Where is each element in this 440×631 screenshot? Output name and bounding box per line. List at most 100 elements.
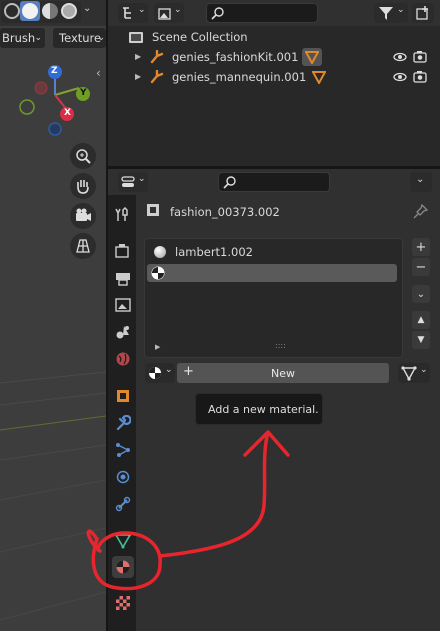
minus-icon: − [415, 259, 427, 275]
chevron-down-icon[interactable]: ⌄ [83, 3, 91, 14]
checker-icon [116, 596, 130, 610]
render-icon [115, 244, 129, 258]
new-collection-button[interactable] [412, 3, 434, 23]
material-icon [116, 560, 130, 574]
material-slots-list[interactable]: lambert1.002 ▶ :::: [144, 238, 403, 358]
outliner-item-label: genies_mannequin.001 [172, 70, 307, 84]
properties-search-input[interactable] [218, 172, 330, 192]
solid-shading-button[interactable] [20, 1, 40, 21]
tab-tool[interactable] [112, 204, 134, 226]
tab-particles[interactable] [112, 439, 134, 461]
ortho-toggle-button[interactable] [70, 233, 96, 259]
display-mode-dropdown[interactable]: ⌄ [118, 3, 148, 23]
filter-view-dropdown[interactable]: ⌄ [154, 3, 184, 23]
link-dropdown[interactable]: ⌄ [398, 363, 430, 383]
tab-texture[interactable] [112, 592, 134, 614]
camera-view-button[interactable] [70, 203, 96, 229]
outliner-item[interactable]: ▶ genies_mannequin.001 [108, 67, 440, 87]
funnel-icon [379, 7, 393, 20]
move-down-button[interactable]: ▼ [412, 331, 430, 349]
zoom-icon [76, 149, 91, 164]
scene-collection-label: Scene Collection [152, 30, 248, 44]
material-slot[interactable]: lambert1.002 [147, 243, 399, 261]
remove-slot-button[interactable]: − [412, 258, 430, 276]
outliner-item[interactable]: ▶ genies_fashionKit.001 [108, 47, 440, 67]
mesh-data-icon [401, 366, 417, 381]
pin-icon[interactable] [413, 203, 429, 219]
armature-icon [150, 50, 164, 64]
brush-dropdown[interactable]: Brush ⌄ [0, 28, 45, 48]
chevron-down-icon: ⌄ [174, 5, 182, 15]
printer-icon [116, 273, 130, 286]
z-axis-label: Z [51, 66, 58, 76]
scene-collection-row[interactable]: Scene Collection [126, 27, 426, 47]
triangle-down-icon: ▼ [417, 335, 425, 345]
object-icon [117, 390, 129, 402]
options-dropdown[interactable]: ⌄ [410, 172, 432, 192]
tab-data[interactable] [112, 530, 134, 552]
image-icon [158, 8, 171, 20]
new-material-button[interactable]: + New [177, 363, 389, 383]
material-slot-selected[interactable] [147, 264, 397, 282]
material-slot-label: lambert1.002 [175, 245, 253, 259]
tab-output[interactable] [112, 267, 134, 289]
grid-icon [76, 239, 90, 253]
outliner-search-input[interactable] [206, 3, 318, 23]
tab-render[interactable] [112, 240, 134, 262]
properties-editor-icon [121, 176, 135, 187]
properties-tabs [108, 195, 136, 631]
rendered-shading-icon[interactable] [61, 3, 77, 19]
particles-icon [116, 443, 130, 457]
list-filter-arrow-icon[interactable]: ▶ [155, 343, 160, 351]
filter-dropdown[interactable]: ⌄ [374, 3, 408, 23]
mesh-data-icon [305, 51, 319, 64]
chevron-down-icon: ⌄ [165, 365, 173, 375]
camera-icon [76, 208, 91, 221]
eye-icon[interactable] [393, 67, 407, 93]
zoom-button[interactable] [70, 143, 96, 169]
tab-modifiers[interactable] [112, 412, 134, 434]
chevron-down-icon: ⌄ [138, 5, 146, 15]
brush-label: Brush [2, 31, 36, 45]
expand-arrow-icon[interactable]: ▶ [135, 47, 141, 67]
tab-world[interactable] [112, 348, 134, 370]
tab-scene[interactable] [112, 321, 134, 343]
mesh-data-button[interactable] [302, 48, 322, 66]
camera-render-icon[interactable] [413, 67, 427, 93]
properties-editor: ⌄ ⌄ fashion_00373.002 lambert1.002 ▶:::… [108, 169, 440, 631]
hand-icon [77, 180, 89, 194]
scene-icon [116, 326, 129, 339]
constraints-icon [115, 496, 131, 512]
tab-material[interactable] [112, 556, 134, 578]
tooltip-text: Add a new material. [208, 403, 319, 416]
browse-material-dropdown[interactable]: ⌄ [145, 363, 175, 383]
tool-icon [115, 207, 128, 221]
slot-specials-button[interactable]: ⌄ [412, 285, 430, 303]
tab-constraints[interactable] [112, 493, 134, 515]
tab-view-layer[interactable] [112, 294, 134, 316]
move-up-button[interactable]: ▲ [412, 311, 430, 329]
pan-button[interactable] [70, 173, 96, 199]
texture-dropdown[interactable]: Texture ⌄ [53, 28, 106, 48]
triangle-up-icon: ▲ [417, 315, 425, 325]
mesh-data-icon[interactable] [311, 70, 327, 90]
outliner-item-label: genies_fashionKit.001 [172, 50, 299, 64]
tab-physics[interactable] [112, 466, 134, 488]
object-name: fashion_00373.002 [170, 205, 280, 219]
expand-arrow-icon[interactable]: ▶ [135, 67, 141, 87]
chevron-down-icon: ⌄ [97, 33, 105, 43]
3d-viewport[interactable]: ⌄ Brush ⌄ Texture ⌄ ‹ Z Y X [0, 0, 106, 631]
material-preview-icon[interactable] [42, 3, 58, 19]
chevron-down-icon: ⌄ [138, 174, 146, 184]
mesh-data-icon [115, 533, 131, 549]
editor-type-dropdown[interactable]: ⌄ [118, 172, 148, 192]
plus-icon: + [415, 239, 427, 255]
material-sphere-icon [154, 246, 166, 258]
tab-object[interactable] [112, 385, 134, 407]
resize-grip[interactable]: :::: [275, 341, 286, 350]
y-axis-label: Y [80, 88, 87, 98]
material-icon [149, 367, 161, 379]
wireframe-shading-icon[interactable] [4, 3, 20, 19]
x-axis-label: X [64, 108, 71, 118]
add-slot-button[interactable]: + [412, 238, 430, 256]
